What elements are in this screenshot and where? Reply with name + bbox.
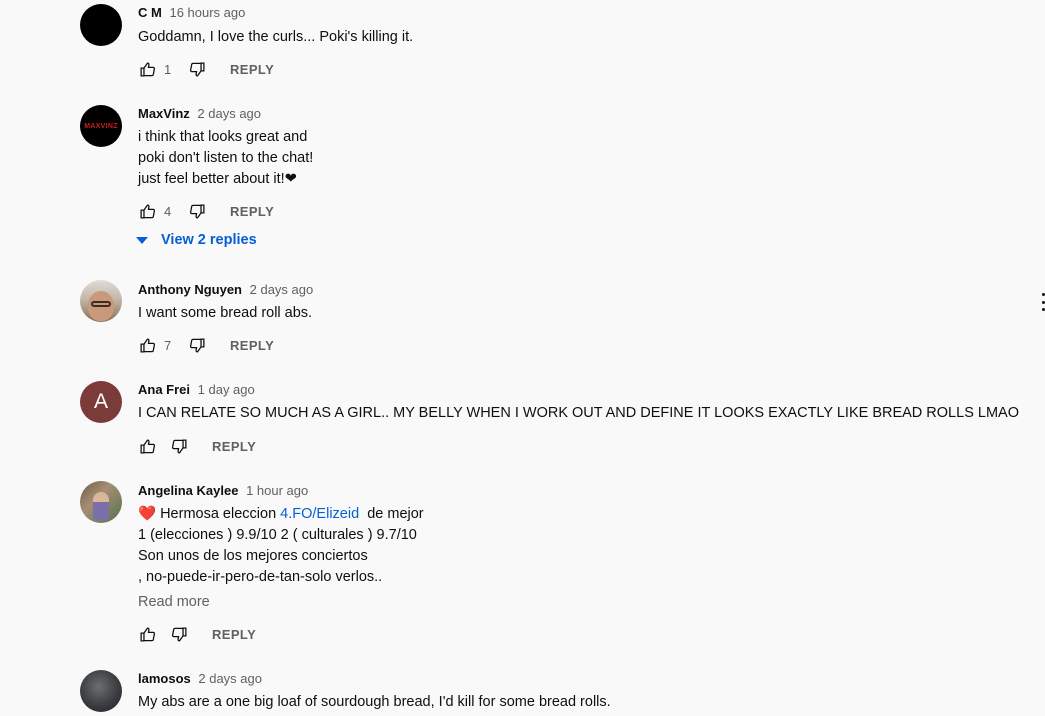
caret-down-icon (136, 236, 148, 244)
comment-author[interactable]: C M (138, 5, 162, 20)
comment-line: Son unos de los mejores conciertos (138, 548, 368, 564)
like-icon[interactable] (138, 625, 156, 643)
like-count: 7 (164, 337, 172, 353)
comment-text: I CAN RELATE SO MUCH AS A GIRL.. MY BELL… (138, 403, 1019, 424)
comment-text: Goddamn, I love the curls... Poki's kill… (138, 27, 413, 48)
like-icon[interactable] (138, 202, 156, 220)
comment-actions: REPLY (138, 624, 256, 644)
more-options-icon[interactable] (1038, 293, 1045, 311)
comment-header: lamosos 2 days ago (138, 671, 262, 687)
avatar[interactable]: MAXVINZ (80, 105, 122, 147)
dislike-icon[interactable] (170, 625, 188, 643)
comment-line: I CAN RELATE SO MUCH AS A GIRL.. MY BELL… (138, 405, 1019, 421)
like-count: 1 (164, 61, 172, 77)
like-icon[interactable] (138, 60, 156, 78)
comment-actions: REPLY (138, 436, 256, 456)
dislike-icon[interactable] (188, 202, 206, 220)
view-replies-label: View 2 replies (161, 232, 257, 248)
comment-line: poki don't listen to the chat! (138, 150, 314, 166)
dislike-icon[interactable] (170, 437, 188, 455)
comment-line-prefix: ❤️ Hermosa eleccion (138, 506, 281, 522)
read-more-button[interactable]: Read more (138, 594, 210, 610)
comment-text: My abs are a one big loaf of sourdough b… (138, 692, 611, 713)
reply-button[interactable]: REPLY (230, 62, 274, 77)
avatar[interactable] (80, 280, 122, 322)
comment-line: i think that looks great and (138, 129, 308, 145)
comment-header: Angelina Kaylee 1 hour ago (138, 483, 308, 499)
comment-actions: 7 REPLY (138, 335, 274, 355)
avatar-face (88, 291, 114, 321)
like-count: 4 (164, 203, 172, 219)
comment-line: My abs are a one big loaf of sourdough b… (138, 694, 611, 710)
comment-timestamp[interactable]: 16 hours ago (169, 5, 245, 20)
comment-author[interactable]: MaxVinz (138, 106, 190, 121)
view-replies-button[interactable]: View 2 replies (136, 232, 257, 248)
avatar-person (93, 492, 109, 520)
comment-header: C M 16 hours ago (138, 5, 245, 21)
comment-line: just feel better about it!❤ (138, 171, 297, 187)
comment-author[interactable]: Anthony Nguyen (138, 282, 242, 297)
avatar-logo: MAXVINZ (84, 122, 118, 130)
like-icon[interactable] (138, 336, 156, 354)
comment-timestamp[interactable]: 1 hour ago (246, 483, 308, 498)
dislike-icon[interactable] (188, 60, 206, 78)
reply-button[interactable]: REPLY (230, 204, 274, 219)
comment-line: 1 (elecciones ) 9.9/10 2 ( culturales ) … (138, 527, 417, 543)
avatar-letter: A (93, 390, 108, 413)
comment-author[interactable]: Ana Frei (138, 382, 190, 397)
avatar[interactable] (80, 670, 122, 712)
comment-actions: 1 REPLY (138, 59, 274, 79)
comment-line: I want some bread roll abs. (138, 305, 313, 321)
comment-author[interactable]: Angelina Kaylee (138, 483, 238, 498)
comment-line: , no-puede-ir-pero-de-tan-solo verlos.. (138, 569, 383, 585)
avatar[interactable] (80, 4, 122, 46)
comment-header: Ana Frei 1 day ago (138, 382, 255, 398)
comment-text: i think that looks great and poki don't … (138, 127, 313, 190)
comment-timestamp[interactable]: 2 days ago (250, 282, 314, 297)
reply-button[interactable]: REPLY (212, 627, 256, 642)
comment-author[interactable]: lamosos (138, 671, 191, 686)
avatar[interactable]: A (80, 381, 122, 423)
comment-line-suffix: de mejor (359, 506, 424, 522)
like-icon[interactable] (138, 437, 156, 455)
comment-text: ❤️ Hermosa eleccion 4.FO/Elizeid de mejo… (138, 504, 424, 588)
comment-actions: 4 REPLY (138, 201, 274, 221)
dislike-icon[interactable] (188, 336, 206, 354)
comment-text: I want some bread roll abs. (138, 303, 312, 324)
comment-timestamp[interactable]: 2 days ago (198, 671, 262, 686)
comment-link[interactable]: 4.FO/Elizeid (280, 506, 359, 522)
avatar[interactable] (80, 481, 122, 523)
comment-line: Goddamn, I love the curls... Poki's kill… (138, 29, 414, 45)
comment-header: MaxVinz 2 days ago (138, 106, 261, 122)
reply-button[interactable]: REPLY (230, 338, 274, 353)
comment-timestamp[interactable]: 2 days ago (197, 106, 261, 121)
reply-button[interactable]: REPLY (212, 439, 256, 454)
comment-timestamp[interactable]: 1 day ago (198, 382, 255, 397)
comment-line: ❤️ Hermosa eleccion 4.FO/Elizeid de mejo… (138, 504, 424, 525)
comment-header: Anthony Nguyen 2 days ago (138, 282, 313, 298)
